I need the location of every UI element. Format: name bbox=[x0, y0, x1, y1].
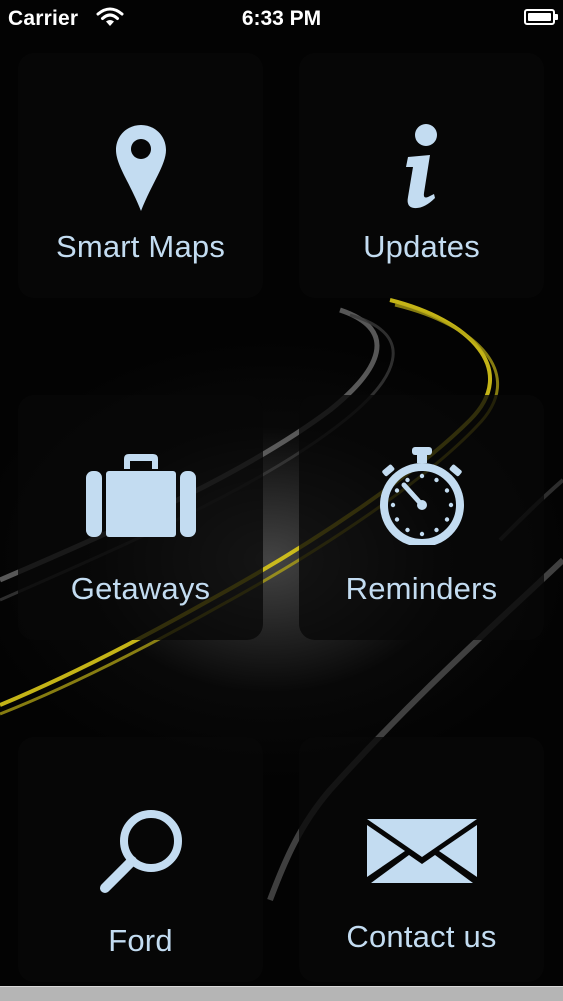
info-icon bbox=[299, 123, 544, 209]
battery-icon bbox=[524, 9, 558, 25]
status-bar: Carrier 6:33 PM bbox=[0, 0, 563, 38]
suitcase-icon bbox=[18, 453, 263, 537]
tile-getaways[interactable]: Getaways bbox=[18, 395, 263, 640]
tile-label: Smart Maps bbox=[55, 229, 226, 264]
tile-label: Getaways bbox=[70, 571, 211, 606]
tile-label: Reminders bbox=[345, 571, 498, 606]
tile-label: Contact us bbox=[346, 919, 497, 954]
search-icon bbox=[18, 809, 263, 893]
tile-label: Ford bbox=[108, 923, 173, 958]
bottom-bar bbox=[0, 986, 563, 1001]
map-pin-icon bbox=[18, 125, 263, 211]
tile-label: Updates bbox=[363, 229, 480, 264]
tile-updates[interactable]: Updates bbox=[299, 53, 544, 298]
time-label: 6:33 PM bbox=[241, 7, 322, 30]
stopwatch-icon bbox=[299, 447, 544, 545]
tile-ford[interactable]: Ford bbox=[18, 737, 263, 982]
tile-contact-us[interactable]: Contact us bbox=[299, 737, 544, 982]
envelope-icon bbox=[299, 819, 544, 883]
tile-smart-maps[interactable]: Smart Maps bbox=[18, 53, 263, 298]
tile-reminders[interactable]: Reminders bbox=[299, 395, 544, 640]
